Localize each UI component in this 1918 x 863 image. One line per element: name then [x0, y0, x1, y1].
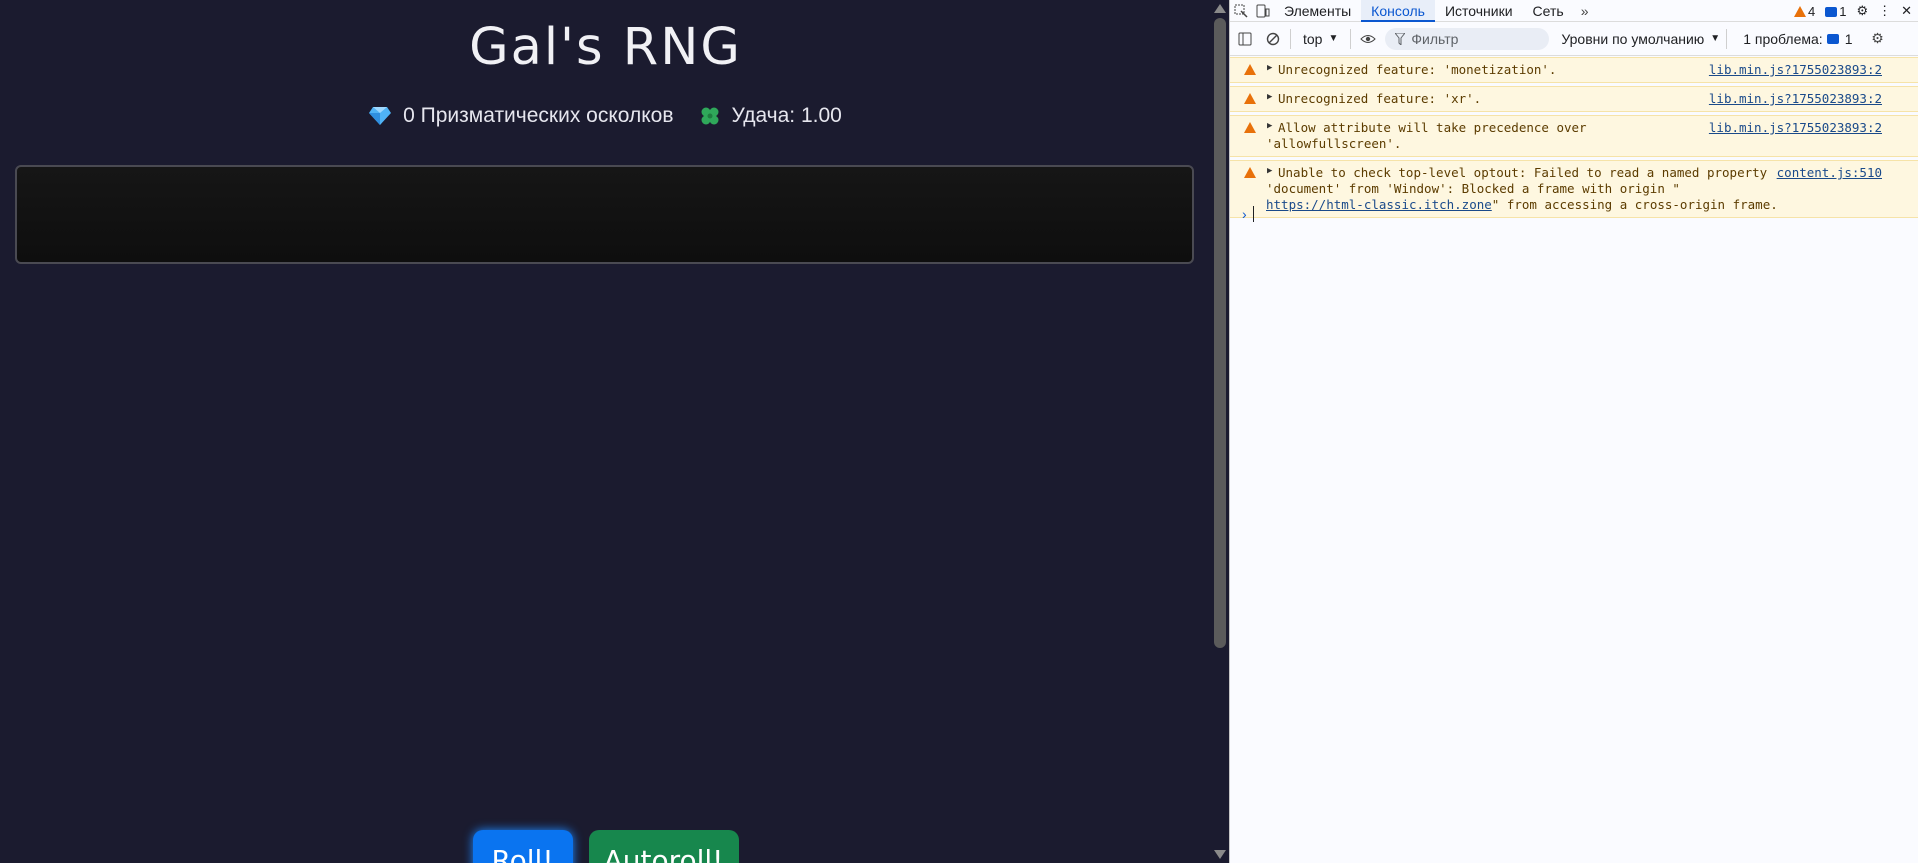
messages-counter[interactable]: 1 — [1825, 4, 1846, 19]
devtools-status: 4 1 ⚙ ⋮ ✕ — [1793, 0, 1912, 22]
settings-gear-icon[interactable]: ⚙ — [1856, 3, 1868, 19]
console-warning[interactable]: ▶ Unable to check top-level optout: Fail… — [1230, 160, 1918, 218]
game-title: Gal's RNG — [469, 18, 742, 77]
message-source-link[interactable]: lib.min.js?1755023893:2 — [1709, 62, 1882, 77]
issues-button[interactable]: 1 проблема: 1 — [1743, 31, 1852, 47]
expand-arrow-icon[interactable]: ▶ — [1267, 63, 1272, 73]
clear-console-icon[interactable] — [1262, 29, 1284, 49]
roll-result-display — [15, 165, 1194, 264]
origin-link[interactable]: https://html-classic.itch.zone — [1266, 197, 1492, 212]
console-settings-gear-icon[interactable]: ⚙ — [1866, 29, 1888, 49]
shards-stat: 0 Призматических осколков — [369, 104, 674, 128]
context-select[interactable]: top ▼ — [1297, 31, 1344, 47]
expand-arrow-icon[interactable]: ▶ — [1267, 166, 1272, 176]
game-pane: Gal's RNG 0 Призматических осколков Удач… — [0, 0, 1211, 863]
warning-icon — [1793, 5, 1806, 17]
console-prompt[interactable]: › — [1242, 206, 1254, 222]
tab-sources[interactable]: Источники — [1435, 0, 1523, 22]
close-icon[interactable]: ✕ — [1901, 3, 1912, 19]
warning-icon — [1244, 64, 1256, 75]
toolbar-divider — [1726, 28, 1728, 49]
roll-button[interactable]: Roll! — [472, 830, 573, 863]
devtools-panel: Элементы Консоль Источники Сеть » 4 1 ⚙ … — [1230, 0, 1918, 863]
more-options-icon[interactable]: ⋮ — [1878, 3, 1891, 19]
warning-icon — [1244, 167, 1256, 178]
device-toolbar-icon[interactable] — [1252, 1, 1274, 21]
action-buttons: Roll! Autoroll! — [0, 830, 1211, 863]
console-warning[interactable]: ▶ Unrecognized feature: 'monetization'. … — [1230, 57, 1918, 83]
log-levels-select[interactable]: Уровни по умолчанию ▼ — [1561, 31, 1720, 47]
gem-icon — [369, 107, 392, 125]
prompt-chevron-icon: › — [1242, 206, 1247, 222]
expand-arrow-icon[interactable]: ▶ — [1267, 121, 1272, 131]
tab-elements[interactable]: Элементы — [1274, 0, 1361, 22]
chevron-down-icon: ▼ — [1710, 33, 1721, 44]
stats-bar: 0 Призматических осколков Удача: 1.00 — [0, 104, 1211, 128]
luck-stat: Удача: 1.00 — [700, 104, 842, 128]
message-icon — [1825, 6, 1838, 17]
tab-console[interactable]: Консоль — [1361, 0, 1435, 22]
warnings-counter[interactable]: 4 — [1793, 4, 1815, 19]
tab-network[interactable]: Сеть — [1523, 0, 1574, 22]
scroll-up-icon[interactable] — [1214, 4, 1226, 13]
scroll-down-icon[interactable] — [1214, 850, 1226, 859]
chevron-down-icon: ▼ — [1328, 33, 1339, 44]
console-warning[interactable]: ▶ Unrecognized feature: 'xr'. lib.min.js… — [1230, 86, 1918, 112]
luck-value: Удача: 1.00 — [731, 104, 842, 127]
expand-arrow-icon[interactable]: ▶ — [1267, 92, 1272, 102]
more-tabs-icon[interactable]: » — [1574, 1, 1596, 21]
console-toolbar: top ▼ Фильтр Уровни по умолчанию ▼ 1 пробл… — [1230, 22, 1918, 56]
warning-icon — [1244, 122, 1256, 133]
toolbar-divider — [1290, 28, 1291, 49]
text-cursor — [1252, 206, 1254, 222]
scrollbar-thumb[interactable] — [1214, 18, 1226, 648]
console-warning[interactable]: ▶ Allow attribute will take precedence o… — [1230, 115, 1918, 157]
filter-input[interactable]: Фильтр — [1385, 27, 1550, 50]
console-messages: ▶ Unrecognized feature: 'monetization'. … — [1230, 57, 1918, 221]
message-source-link[interactable]: lib.min.js?1755023893:2 — [1709, 91, 1882, 106]
warning-icon — [1244, 93, 1256, 104]
inspect-element-icon[interactable] — [1230, 1, 1252, 21]
clover-icon — [701, 107, 718, 125]
toolbar-divider — [1350, 28, 1352, 49]
devtools-tabbar: Элементы Консоль Источники Сеть » 4 1 ⚙ … — [1230, 0, 1918, 22]
issue-icon — [1826, 33, 1839, 44]
game-scrollbar[interactable] — [1211, 0, 1229, 863]
filter-icon — [1395, 32, 1406, 45]
shards-count: 0 Призматических осколков — [403, 104, 674, 127]
autoroll-button[interactable]: Autoroll! — [588, 830, 739, 863]
message-source-link[interactable]: content.js:510 — [1777, 165, 1882, 180]
live-expression-eye-icon[interactable] — [1357, 29, 1379, 49]
message-source-link[interactable]: lib.min.js?1755023893:2 — [1709, 120, 1882, 135]
sidebar-toggle-icon[interactable] — [1234, 29, 1256, 49]
